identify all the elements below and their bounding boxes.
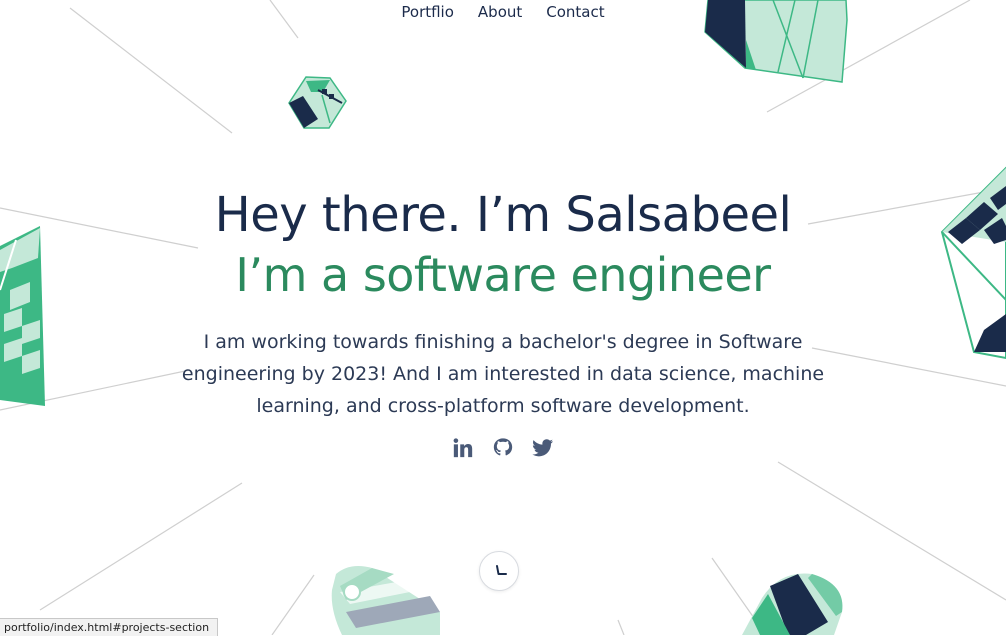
scroll-down-button[interactable] <box>479 551 519 591</box>
linkedin-icon[interactable] <box>452 437 474 459</box>
pill-icon <box>331 566 440 635</box>
hero-description: I am working towards finishing a bachelo… <box>181 331 825 417</box>
top-nav: Portflio About Contact <box>0 3 1006 21</box>
nav-item-contact[interactable]: Contact <box>546 3 604 21</box>
status-bar-url: portfolio/index.html#projects-section <box>0 618 219 636</box>
cube-icon <box>288 76 347 129</box>
hero-section: Hey there. I’m Salsabeel I’m a software … <box>0 186 1006 422</box>
github-icon[interactable] <box>492 437 514 459</box>
capsule-icon <box>742 573 843 635</box>
nav-item-portfolio[interactable]: Portflio <box>401 3 454 21</box>
social-links <box>0 437 1006 459</box>
hero-title: Hey there. I’m Salsabeel <box>214 187 792 243</box>
nav-item-about[interactable]: About <box>478 3 522 21</box>
clock-chevron-icon <box>496 565 507 575</box>
hero-subtitle: I’m a software engineer <box>235 248 771 302</box>
twitter-icon[interactable] <box>532 437 554 459</box>
